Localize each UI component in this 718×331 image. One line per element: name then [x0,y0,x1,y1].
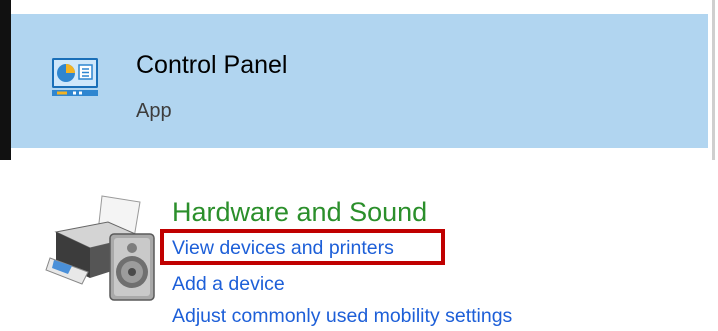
annotation-highlight-box [160,229,445,265]
link-adjust-mobility-settings[interactable]: Adjust commonly used mobility settings [172,304,512,328]
search-result-subtitle: App [136,100,172,122]
search-result-title: Control Panel [136,51,288,79]
search-result-control-panel[interactable] [11,14,708,148]
control-panel-icon [52,58,98,96]
link-add-a-device[interactable]: Add a device [172,272,285,296]
start-menu-left-edge [0,0,11,160]
hardware-and-sound-icon[interactable] [44,192,162,304]
start-menu-scrollbar-edge [712,0,715,160]
category-title-hardware-and-sound[interactable]: Hardware and Sound [172,196,427,228]
